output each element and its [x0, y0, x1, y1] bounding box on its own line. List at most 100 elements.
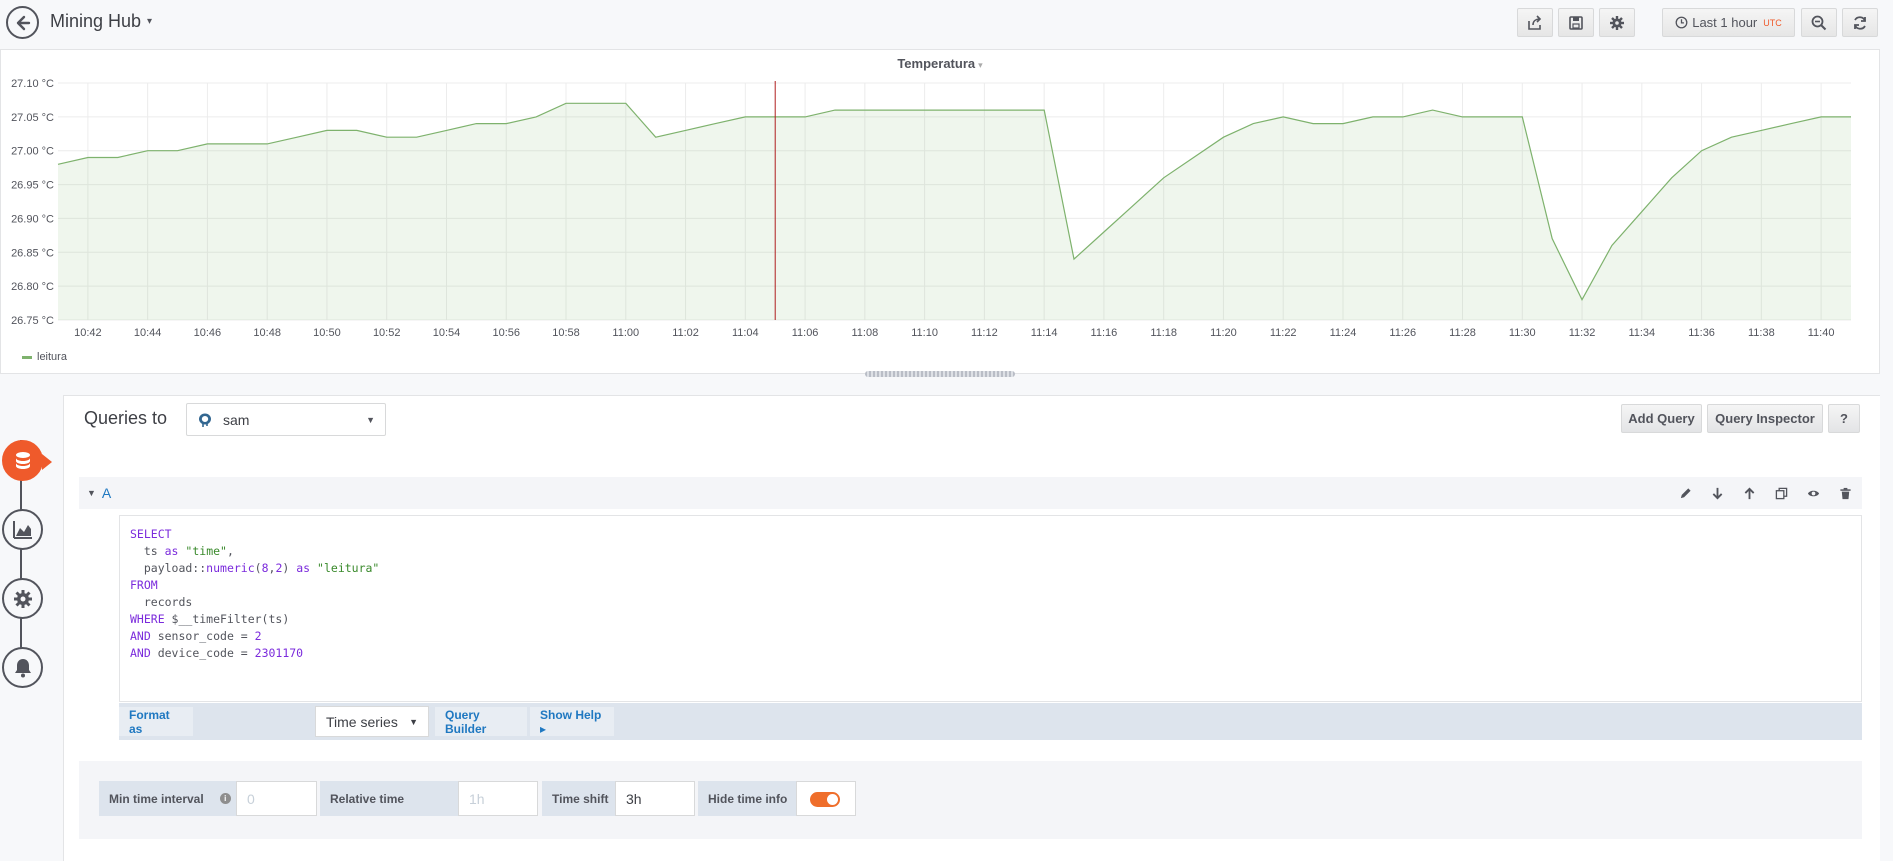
datasource-name: sam	[223, 411, 250, 428]
sql-number: 8	[261, 561, 269, 575]
x-tick-label: 11:08	[851, 327, 878, 339]
x-tick-label: 10:46	[194, 327, 222, 339]
sql-text: records	[130, 595, 193, 609]
datasource-select[interactable]: sam ▼	[186, 403, 386, 436]
queries-to-label: Queries to	[84, 408, 168, 428]
x-tick-label: 11:06	[792, 327, 819, 339]
postgres-icon	[199, 413, 211, 427]
query-options-bar: Format as Time series ▼ Query Builder Sh…	[119, 703, 1862, 740]
move-up-button[interactable]	[1741, 485, 1758, 501]
x-tick-label: 11:34	[1628, 327, 1655, 339]
chevron-down-icon: ▾	[978, 60, 983, 70]
query-collapse-toggle[interactable]: ▼ A	[87, 485, 111, 501]
relative-time-input[interactable]: 1h	[458, 781, 538, 816]
x-tick-label: 11:14	[1031, 327, 1058, 339]
format-as-select[interactable]: Time series ▼	[315, 706, 429, 737]
x-tick-label: 11:28	[1449, 327, 1476, 339]
info-icon[interactable]: i	[219, 793, 231, 804]
duplicate-query-button[interactable]	[1773, 485, 1790, 501]
min-time-interval-label: Min time interval i	[99, 781, 236, 816]
x-tick-label: 11:04	[732, 327, 759, 339]
x-tick-label: 10:44	[134, 327, 162, 339]
save-icon	[1569, 15, 1583, 30]
min-time-interval-text: Min time interval	[109, 791, 204, 806]
x-tick-label: 11:30	[1509, 327, 1536, 339]
query-ref-id: A	[101, 485, 112, 501]
bell-icon	[14, 658, 31, 677]
relative-time-label: Relative time	[320, 781, 458, 816]
toggle-visibility-button[interactable]	[1805, 485, 1822, 501]
sql-keyword: SELECT	[130, 527, 172, 541]
format-as-label: Format as	[119, 707, 193, 736]
sql-text: sensor_code =	[150, 629, 255, 643]
min-time-interval-input[interactable]: 0	[236, 781, 317, 816]
arrow-left-icon	[16, 15, 30, 30]
add-query-button[interactable]: Add Query	[1621, 404, 1702, 433]
chevron-down-icon: ▼	[87, 488, 96, 498]
help-button[interactable]: ?	[1828, 404, 1860, 433]
y-tick-label: 27.00 °C	[11, 146, 54, 158]
edit-query-button[interactable]	[1677, 485, 1694, 501]
x-tick-label: 11:02	[672, 327, 699, 339]
database-icon	[15, 451, 30, 469]
chevron-down-icon: ▼	[366, 414, 375, 425]
query-inspector-button[interactable]: Query Inspector	[1707, 404, 1823, 433]
step-general[interactable]	[2, 578, 43, 619]
legend-swatch	[22, 355, 32, 359]
sql-text: device_code =	[150, 646, 255, 660]
delete-query-button[interactable]	[1837, 485, 1854, 501]
sql-number: 2301170	[254, 646, 304, 660]
panel-title-text: Temperatura	[897, 56, 976, 71]
time-shift-input[interactable]: 3h	[615, 781, 695, 816]
settings-button[interactable]	[1599, 8, 1635, 37]
step-visualization[interactable]	[2, 509, 43, 550]
refresh-icon	[1854, 15, 1866, 30]
sql-string: "time"	[185, 544, 227, 558]
step-alert[interactable]	[2, 647, 43, 688]
sql-keyword: AND	[130, 629, 151, 643]
x-tick-label: 10:52	[373, 327, 401, 339]
temperature-chart[interactable]: 27.10 °C 27.05 °C 27.00 °C 26.95 °C 26.90 °C…	[1, 50, 1881, 375]
refresh-button[interactable]	[1842, 8, 1878, 37]
x-tick-label: 10:56	[492, 327, 520, 339]
sql-keyword: as	[296, 561, 311, 575]
legend-item[interactable]: leitura	[22, 351, 67, 363]
format-as-value: Time series	[326, 713, 398, 730]
move-down-button[interactable]	[1709, 485, 1726, 501]
hide-time-info-toggle[interactable]	[810, 792, 840, 807]
sql-keyword: as	[164, 544, 179, 558]
y-tick-label: 26.95 °C	[11, 180, 54, 192]
x-tick-label: 10:58	[552, 327, 580, 339]
sql-text: (	[254, 561, 262, 575]
x-tick-label: 11:00	[612, 327, 639, 339]
panel-resize-handle[interactable]	[865, 371, 1015, 377]
query-builder-button[interactable]: Query Builder	[435, 707, 527, 736]
sql-text: )	[282, 561, 297, 575]
top-navbar: Mining Hub ▾ Last 1 hour UTC	[0, 0, 1893, 44]
sql-keyword: WHERE	[130, 612, 165, 626]
y-tick-label: 26.85 °C	[11, 247, 54, 259]
panel-title[interactable]: Temperatura ▾	[1, 56, 1879, 71]
time-picker-button[interactable]: Last 1 hour UTC	[1662, 8, 1795, 37]
sql-keyword: AND	[130, 646, 151, 660]
y-tick-label: 27.05 °C	[11, 112, 54, 124]
show-help-button[interactable]: Show Help ▸	[530, 707, 614, 736]
x-tick-label: 11:12	[971, 327, 998, 339]
chevron-down-icon: ▾	[147, 16, 153, 27]
share-icon	[1528, 14, 1542, 30]
share-button[interactable]	[1517, 8, 1553, 37]
sql-function: numeric	[206, 561, 255, 575]
sql-text: $__timeFilter(ts)	[164, 612, 290, 626]
sql-code-editor[interactable]: SELECT ts as "time", payload::numeric(8,…	[119, 515, 1862, 702]
query-row-header: ▼ A	[79, 477, 1862, 509]
zoom-out-button[interactable]	[1801, 8, 1837, 37]
y-tick-label: 26.90 °C	[11, 213, 54, 225]
x-tick-label: 11:40	[1808, 327, 1835, 339]
step-queries[interactable]	[2, 440, 52, 481]
back-button[interactable]	[6, 6, 39, 39]
dashboard-title[interactable]: Mining Hub ▾	[50, 11, 152, 32]
x-tick-label: 10:54	[433, 327, 461, 339]
query-actions	[1677, 485, 1854, 501]
sql-string: "leitura"	[317, 561, 380, 575]
save-dashboard-button[interactable]	[1558, 8, 1594, 37]
